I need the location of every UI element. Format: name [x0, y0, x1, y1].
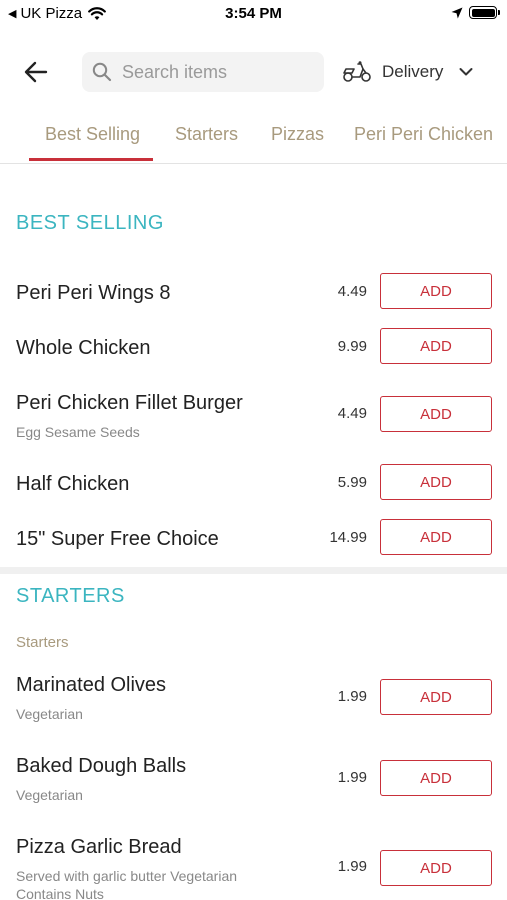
back-button[interactable] [22, 58, 50, 86]
clock: 3:54 PM [225, 5, 282, 22]
tab-starters[interactable]: Starters [175, 124, 238, 145]
item-name: Baked Dough Balls [16, 755, 187, 777]
item-price: 14.99 [329, 529, 367, 546]
chevron-down-icon [459, 68, 473, 76]
search-input[interactable] [122, 61, 302, 83]
item-price: 4.49 [337, 283, 367, 300]
header: Delivery [0, 50, 507, 94]
search-icon [92, 62, 112, 82]
item-description: Vegetarian [16, 787, 83, 803]
add-button[interactable]: ADD [380, 679, 492, 715]
status-bar: ◀ UK Pizza 3:54 PM [0, 0, 507, 30]
item-price: 1.99 [337, 688, 367, 705]
tab-best-selling[interactable]: Best Selling [45, 124, 140, 145]
search-box[interactable] [82, 52, 324, 92]
item-price: 9.99 [337, 338, 367, 355]
add-button[interactable]: ADD [380, 519, 492, 555]
section-title-starters: STARTERS [16, 585, 125, 607]
add-button[interactable]: ADD [380, 328, 492, 364]
delivery-mode-selector[interactable]: Delivery [342, 58, 473, 86]
arrow-left-icon [24, 61, 48, 83]
location-arrow-icon [451, 7, 463, 18]
item-description: Served with garlic butter Vegetarian Con… [16, 868, 238, 900]
item-price: 5.99 [337, 474, 367, 491]
item-name: Peri Peri Wings 8 [16, 282, 171, 304]
subcategory-label: Starters [16, 634, 69, 651]
item-name: Marinated Olives [16, 674, 167, 696]
tab-pizzas[interactable]: Pizzas [271, 124, 324, 145]
battery-icon [469, 6, 500, 19]
add-button[interactable]: ADD [380, 464, 492, 500]
delivery-label: Delivery [382, 62, 444, 81]
item-name: Pizza Garlic Bread [16, 836, 182, 858]
section-divider [0, 567, 507, 574]
item-description: Vegetarian [16, 706, 83, 722]
item-name: Whole Chicken [16, 337, 151, 359]
active-tab-indicator [29, 158, 153, 161]
category-tabs: Best Selling Starters Pizzas Peri Peri C… [0, 118, 507, 164]
tab-peri-peri-chicken[interactable]: Peri Peri Chicken [354, 124, 493, 145]
add-button[interactable]: ADD [380, 396, 492, 432]
item-price: 1.99 [337, 769, 367, 786]
item-name: Peri Chicken Fillet Burger [16, 392, 243, 414]
item-description: Egg Sesame Seeds [16, 424, 140, 440]
item-name: 15" Super Free Choice [16, 528, 219, 550]
item-price: 4.49 [337, 405, 367, 422]
add-button[interactable]: ADD [380, 850, 492, 886]
add-button[interactable]: ADD [380, 273, 492, 309]
add-button[interactable]: ADD [380, 760, 492, 796]
section-title-best-selling: BEST SELLING [16, 212, 164, 234]
scooter-icon [343, 61, 371, 82]
item-name: Half Chicken [16, 473, 130, 495]
item-price: 1.99 [337, 858, 367, 875]
status-bar-right [451, 6, 500, 19]
